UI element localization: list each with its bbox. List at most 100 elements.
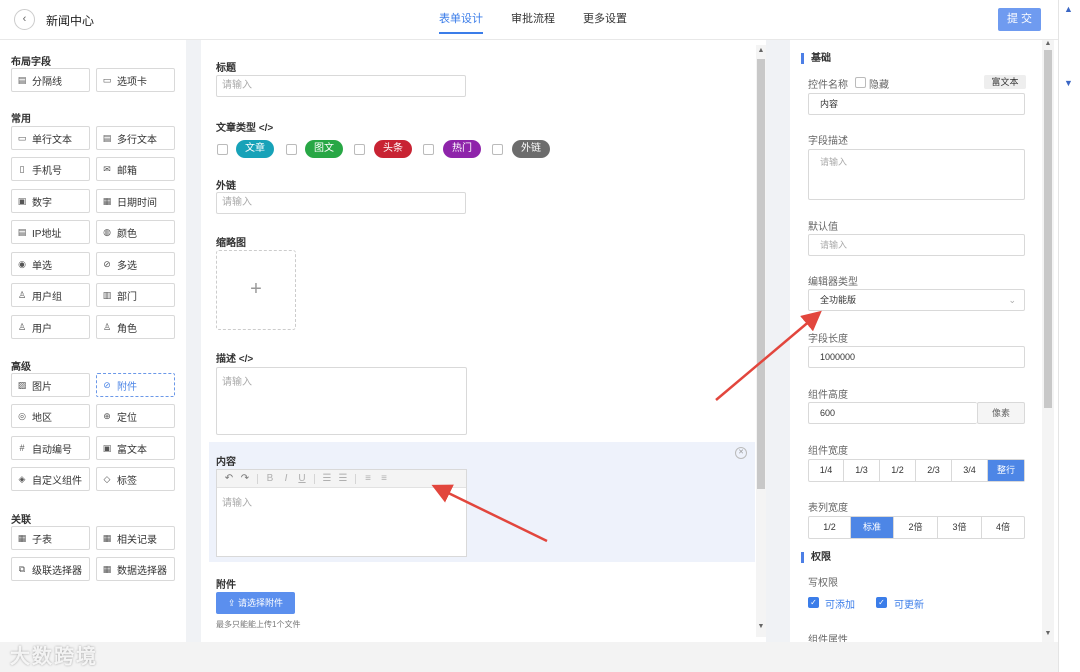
can-update-checkbox[interactable]: ✓ [876, 597, 887, 608]
field-length-input[interactable]: 1000000 [808, 346, 1025, 368]
col-width-option-4x[interactable]: 4倍 [982, 517, 1024, 538]
col-width-option-1-2[interactable]: 1/2 [809, 517, 851, 538]
undo-icon[interactable]: ↶ [221, 473, 237, 484]
title-input[interactable]: 请输入 [216, 75, 466, 97]
thumbnail-upload[interactable]: + [216, 250, 296, 330]
upload-hint: 最多只能能上传1个文件 [216, 620, 301, 629]
scroll-down-icon[interactable]: ▼ [756, 623, 766, 630]
width-option-3-4[interactable]: 3/4 [952, 460, 988, 481]
underline-icon[interactable]: U [294, 473, 310, 484]
checkbox-type-article[interactable] [217, 144, 228, 155]
default-value-input[interactable]: 请输入 [808, 234, 1025, 256]
align-right-icon[interactable]: ≡ [376, 473, 392, 484]
control-name-input[interactable]: 内容 [808, 93, 1025, 115]
bold-icon[interactable]: B [262, 473, 278, 484]
field-checkbox[interactable]: ⊘ 多选 [96, 252, 175, 276]
checkbox-type-imagetext[interactable] [286, 144, 297, 155]
caret-down-icon[interactable]: ▼ [1064, 78, 1073, 88]
field-tag[interactable]: ◇ 标签 [96, 467, 175, 491]
width-option-full[interactable]: 整行 [988, 460, 1024, 481]
can-add-checkbox[interactable]: ✓ [808, 597, 819, 608]
field-auto-number[interactable]: # 自动编号 [11, 436, 90, 460]
field-image[interactable]: ▨ 图片 [11, 373, 90, 397]
outer-scrollbar[interactable]: ▲ ▼ [1058, 0, 1080, 672]
caret-up-icon[interactable]: ▲ [1064, 4, 1073, 14]
field-single-line[interactable]: ▭ 单行文本 [11, 126, 90, 150]
properties-scrollbar-thumb[interactable] [1044, 50, 1052, 408]
field-custom-component[interactable]: ◈ 自定义组件 [11, 467, 90, 491]
field-user-group[interactable]: ♙ 用户组 [11, 283, 90, 307]
rich-text-editor[interactable]: ↶ ↷ B I U ☰ ☰ ≡ ≡ 请输入 [216, 469, 467, 557]
scroll-up-icon[interactable]: ▲ [756, 47, 766, 54]
external-link-input[interactable]: 请输入 [216, 192, 466, 214]
field-subtable[interactable]: ▦ 子表 [11, 526, 90, 550]
col-width-option-2x[interactable]: 2倍 [894, 517, 938, 538]
tag-imagetext[interactable]: 图文 [305, 140, 343, 158]
group-title-layout: 布局字段 [11, 57, 51, 68]
rich-text-icon: ▣ [102, 443, 112, 453]
hide-checkbox[interactable] [855, 77, 866, 88]
field-role[interactable]: ♙ 角色 [96, 315, 175, 339]
scroll-up-icon[interactable]: ▲ [1043, 40, 1053, 47]
canvas-scrollbar-thumb[interactable] [757, 59, 765, 489]
scroll-down-icon[interactable]: ▼ [1043, 630, 1053, 637]
width-option-2-3[interactable]: 2/3 [916, 460, 952, 481]
tag-headline[interactable]: 头条 [374, 140, 412, 158]
field-related-records[interactable]: ▦ 相关记录 [96, 526, 175, 550]
description-textarea[interactable]: 请输入 [216, 367, 467, 435]
check-circle-icon: ⊘ [103, 259, 111, 269]
field-rich-text[interactable]: ▣ 富文本 [96, 436, 175, 460]
mail-icon: ✉ [103, 164, 111, 174]
field-ip[interactable]: ▤ IP地址 [11, 220, 90, 244]
width-option-1-3[interactable]: 1/3 [844, 460, 880, 481]
field-desc-textarea[interactable]: 请输入 [808, 149, 1025, 200]
checkbox-type-headline[interactable] [354, 144, 365, 155]
field-region[interactable]: ◎ 地区 [11, 404, 90, 428]
app-window: ‹ 新闻中心 表单设计 审批流程 更多设置 提 交 布局字段 ▤ 分隔线 ▭ 选项卡… [0, 0, 1058, 642]
numbered-list-icon[interactable]: ☰ [335, 473, 351, 484]
field-datetime[interactable]: ▦ 日期时间 [96, 189, 175, 213]
col-width-option-3x[interactable]: 3倍 [938, 517, 982, 538]
field-position[interactable]: ⊕ 定位 [96, 404, 175, 428]
redo-icon[interactable]: ↷ [237, 473, 253, 484]
tab-form-design[interactable]: 表单设计 [439, 0, 483, 34]
width-option-1-2[interactable]: 1/2 [880, 460, 916, 481]
can-update-label: 可更新 [894, 600, 924, 611]
crosshair-icon: ⊕ [103, 411, 111, 421]
field-multi-line[interactable]: ▤ 多行文本 [96, 126, 175, 150]
field-color[interactable]: ◍ 颜色 [96, 220, 175, 244]
tag-article[interactable]: 文章 [236, 140, 274, 158]
select-attachment-button[interactable]: ⇪ 请选择附件 [216, 592, 295, 614]
italic-icon[interactable]: I [278, 473, 294, 484]
field-number[interactable]: ▣ 数字 [11, 189, 90, 213]
canvas-scrollbar[interactable]: ▲ ▼ [756, 45, 766, 637]
field-tabs[interactable]: ▭ 选项卡 [96, 68, 175, 92]
group-title-advanced: 高级 [11, 362, 31, 373]
field-radio[interactable]: ◉ 单选 [11, 252, 90, 276]
editor-type-select[interactable]: 全功能版 ⌄ [808, 289, 1025, 311]
tab-more-settings[interactable]: 更多设置 [583, 0, 627, 40]
field-email[interactable]: ✉ 邮箱 [96, 157, 175, 181]
component-height-input[interactable]: 600 [808, 402, 977, 424]
field-data-picker[interactable]: ▦ 数据选择器 [96, 557, 175, 581]
field-cascader[interactable]: ⧉ 级联选择器 [11, 557, 90, 581]
field-user[interactable]: ♙ 用户 [11, 315, 90, 339]
align-left-icon[interactable]: ≡ [360, 473, 376, 484]
col-width-option-standard[interactable]: 标准 [851, 517, 894, 538]
tag-external[interactable]: 外链 [512, 140, 550, 158]
back-button[interactable]: ‹ [14, 9, 35, 30]
field-phone[interactable]: ▯ 手机号 [11, 157, 90, 181]
properties-scrollbar[interactable]: ▲ ▼ [1042, 40, 1054, 642]
trash-icon[interactable]: ✕ [735, 447, 747, 459]
field-attachment[interactable]: ⊘ 附件 [96, 373, 175, 397]
tab-approval-flow[interactable]: 审批流程 [511, 0, 555, 40]
bullet-list-icon[interactable]: ☰ [319, 473, 335, 484]
phone-icon: ▯ [19, 164, 25, 174]
submit-button[interactable]: 提 交 [998, 8, 1041, 31]
checkbox-type-hot[interactable] [423, 144, 434, 155]
field-department[interactable]: ▥ 部门 [96, 283, 175, 307]
width-option-1-4[interactable]: 1/4 [809, 460, 844, 481]
checkbox-type-external[interactable] [492, 144, 503, 155]
tag-hot[interactable]: 热门 [443, 140, 481, 158]
field-divider[interactable]: ▤ 分隔线 [11, 68, 90, 92]
